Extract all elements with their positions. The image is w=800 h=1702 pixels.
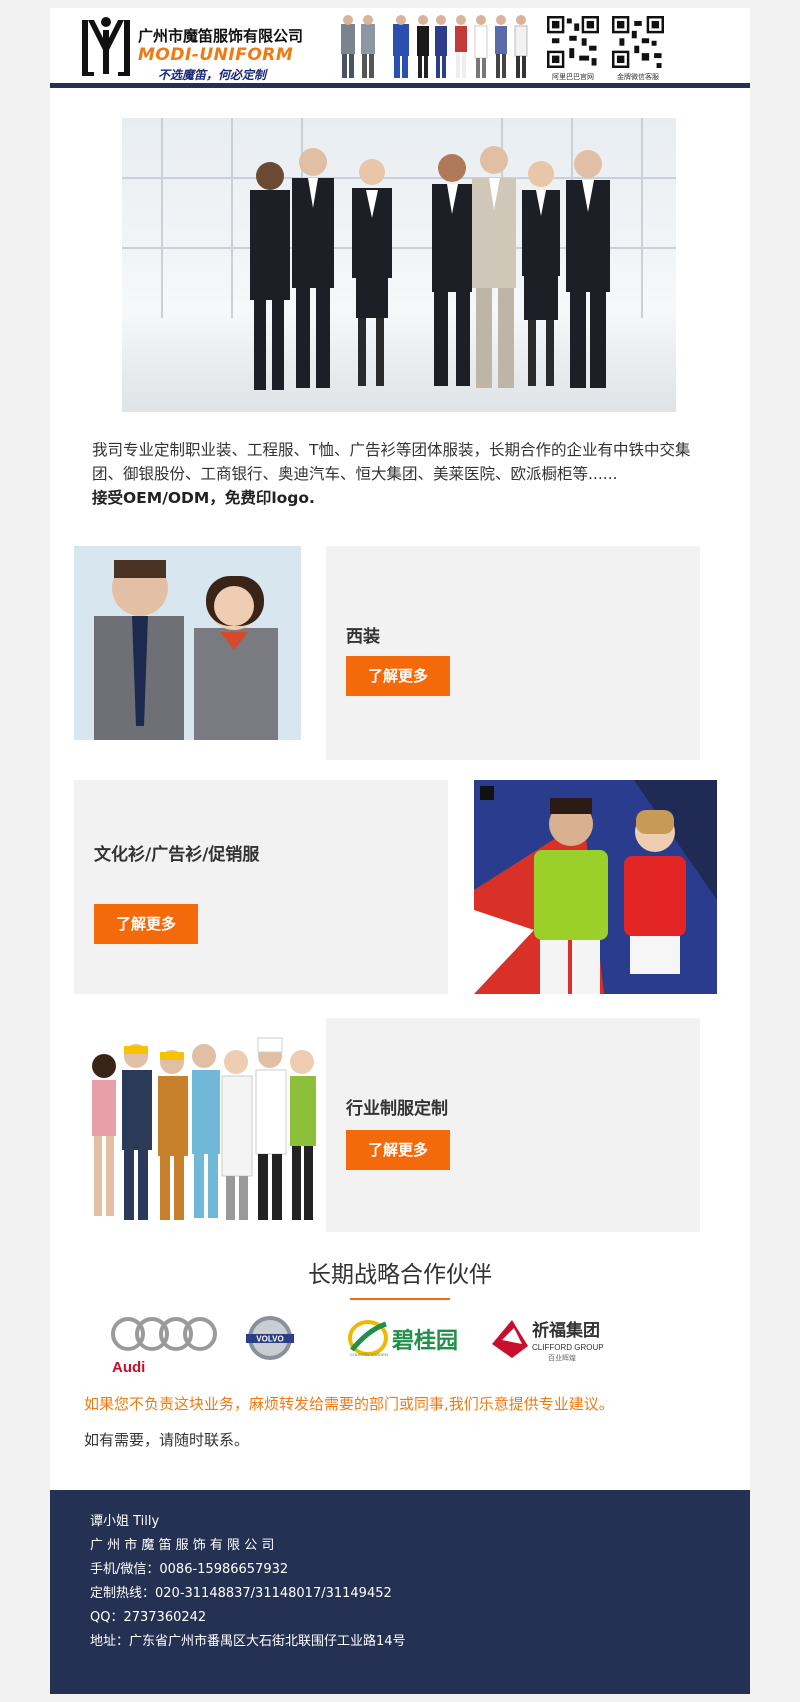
tshirts-card: 文化衫/广告衫/促销服 了解更多 bbox=[74, 780, 448, 994]
industry-card: 行业制服定制 了解更多 bbox=[326, 1018, 700, 1232]
footer-contact-name: 谭小姐 Tilly bbox=[90, 1514, 160, 1529]
tshirts-product-image bbox=[474, 780, 717, 994]
clifford-logo-subtext: CLIFFORD GROUP bbox=[532, 1343, 604, 1352]
header-workers-image bbox=[341, 15, 528, 78]
footer-qq[interactable]: QQ：2737360242 bbox=[90, 1606, 206, 1625]
country-garden-logo-icon: COUNTRY GARDEN 碧桂园 bbox=[348, 1320, 458, 1357]
partners-heading: 长期战略合作伙伴 bbox=[308, 1262, 492, 1288]
clifford-group-logo-icon: 祈福集团 CLIFFORD GROUP 百业辉煌 bbox=[492, 1320, 604, 1362]
footer: 谭小姐 Tilly 广 州 市 魔 笛 服 饰 有 限 公 司 手机/微信：00… bbox=[50, 1490, 750, 1694]
qr-caption-wechat: 金牌微信客服 bbox=[617, 73, 659, 81]
footer-hotline[interactable]: 定制热线：020-31148837/31148017/31149452 bbox=[90, 1582, 392, 1601]
header: 广州市魔笛服饰有限公司 MODI-UNIFORM 不选魔笛，何必定制 阿里巴巴官… bbox=[50, 8, 750, 88]
intro-text: 我司专业定制职业装、工程服、T恤、广告衫等团体服装，长期合作的企业有中铁中交集团… bbox=[92, 441, 691, 483]
modi-logo-icon bbox=[82, 17, 130, 76]
country-garden-logo-subtext: COUNTRY GARDEN bbox=[350, 1352, 388, 1357]
business-team-hero-image bbox=[122, 118, 676, 412]
qr-caption-alibaba: 阿里巴巴官网 bbox=[552, 73, 594, 81]
company-intro: 我司专业定制职业装、工程服、T恤、广告衫等团体服装，长期合作的企业有中铁中交集团… bbox=[92, 438, 702, 510]
company-name: 广州市魔笛服饰有限公司 bbox=[138, 27, 304, 45]
footer-address: 地址：广东省广州市番禺区大石街北联围仔工业路14号 bbox=[90, 1634, 406, 1649]
suits-card: 西装 了解更多 bbox=[326, 546, 700, 760]
tshirts-learn-more-button[interactable]: 了解更多 bbox=[94, 904, 198, 944]
footer-mobile[interactable]: 手机/微信：0086-15986657932 bbox=[90, 1558, 288, 1577]
contact-note: 如有需要，请随时联系。 bbox=[84, 1431, 250, 1449]
company-english-name: MODI-UNIFORM bbox=[138, 45, 294, 65]
volvo-logo-icon: VOLVO bbox=[246, 1316, 294, 1360]
suits-learn-more-button[interactable]: 了解更多 bbox=[346, 656, 450, 696]
footer-company: 广 州 市 魔 笛 服 饰 有 限 公 司 bbox=[90, 1538, 275, 1553]
clifford-logo-tagline: 百业辉煌 bbox=[548, 1353, 576, 1362]
company-slogan: 不选魔笛，何必定制 bbox=[158, 68, 267, 82]
tshirts-title: 文化衫/广告衫/促销服 bbox=[94, 845, 260, 865]
wechat-qr-code-icon[interactable] bbox=[612, 16, 664, 68]
clifford-logo-text: 祈福集团 bbox=[532, 1320, 600, 1341]
country-garden-logo-text: 碧桂园 bbox=[391, 1328, 458, 1354]
alibaba-qr-code-icon[interactable] bbox=[547, 16, 599, 68]
volvo-logo-text: VOLVO bbox=[256, 1335, 283, 1344]
suits-product-image bbox=[74, 546, 301, 740]
forward-notice: 如果您不负责这块业务，麻烦转发给需要的部门或同事,我们乐意提供专业建议。 bbox=[84, 1395, 614, 1413]
industry-title: 行业制服定制 bbox=[346, 1099, 448, 1119]
oem-highlight: 接受OEM/ODM，免费印logo. bbox=[92, 489, 315, 507]
email-sheet: 广州市魔笛服饰有限公司 MODI-UNIFORM 不选魔笛，何必定制 阿里巴巴官… bbox=[50, 8, 750, 1694]
partners-divider bbox=[350, 1298, 450, 1300]
audi-logo-text: Audi bbox=[112, 1359, 145, 1376]
audi-logo-icon: Audi bbox=[111, 1317, 217, 1376]
industry-uniforms-image bbox=[80, 1026, 326, 1230]
industry-learn-more-button[interactable]: 了解更多 bbox=[346, 1130, 450, 1170]
suits-title: 西装 bbox=[346, 627, 380, 647]
